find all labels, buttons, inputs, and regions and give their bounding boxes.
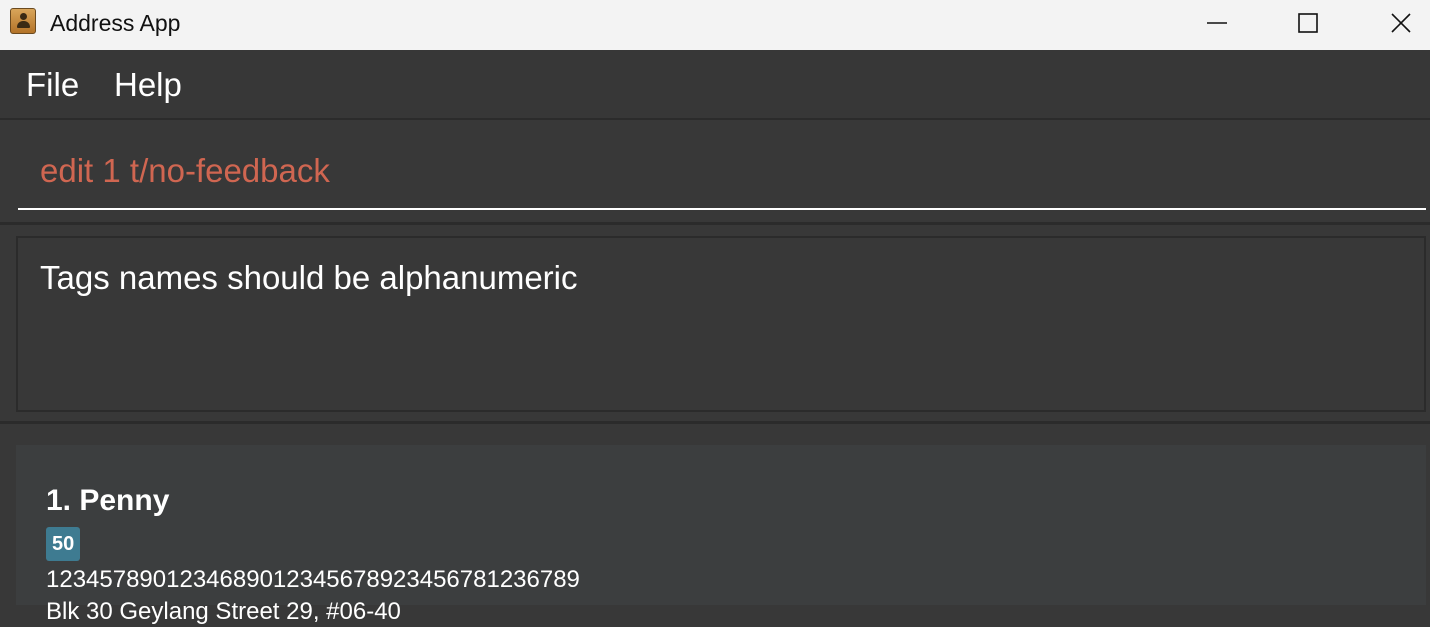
result-message: Tags names should be alphanumeric — [40, 259, 578, 296]
person-address: Blk 30 Geylang Street 29, #06-40 — [46, 598, 401, 625]
maximize-icon — [1298, 13, 1318, 33]
close-icon — [1391, 13, 1411, 33]
divider — [0, 222, 1430, 225]
command-box: edit 1 t/no-feedback — [0, 122, 1430, 222]
person-phone: 1234578901234689012345678923456781236789 — [46, 566, 580, 593]
menu-help[interactable]: Help — [114, 66, 182, 104]
maximize-button[interactable] — [1285, 0, 1331, 46]
minimize-icon — [1207, 22, 1227, 24]
menu-bar: File Help — [0, 50, 1430, 120]
command-input[interactable]: edit 1 t/no-feedback — [18, 146, 1426, 210]
tag-badge: 50 — [46, 527, 81, 561]
person-list[interactable]: 1. Penny 50 1234578901234689012345678923… — [0, 425, 1430, 625]
minimize-button[interactable] — [1194, 0, 1240, 46]
title-bar: Address App — [0, 0, 1430, 50]
person-card[interactable]: 1. Penny 50 1234578901234689012345678923… — [16, 445, 1426, 625]
close-button[interactable] — [1378, 0, 1424, 46]
menu-file[interactable]: File — [26, 66, 79, 104]
result-display: Tags names should be alphanumeric — [16, 236, 1426, 412]
window-title: Address App — [50, 10, 181, 36]
divider — [0, 421, 1430, 424]
person-name: 1. Penny — [46, 484, 170, 517]
address-book-icon — [10, 8, 36, 34]
